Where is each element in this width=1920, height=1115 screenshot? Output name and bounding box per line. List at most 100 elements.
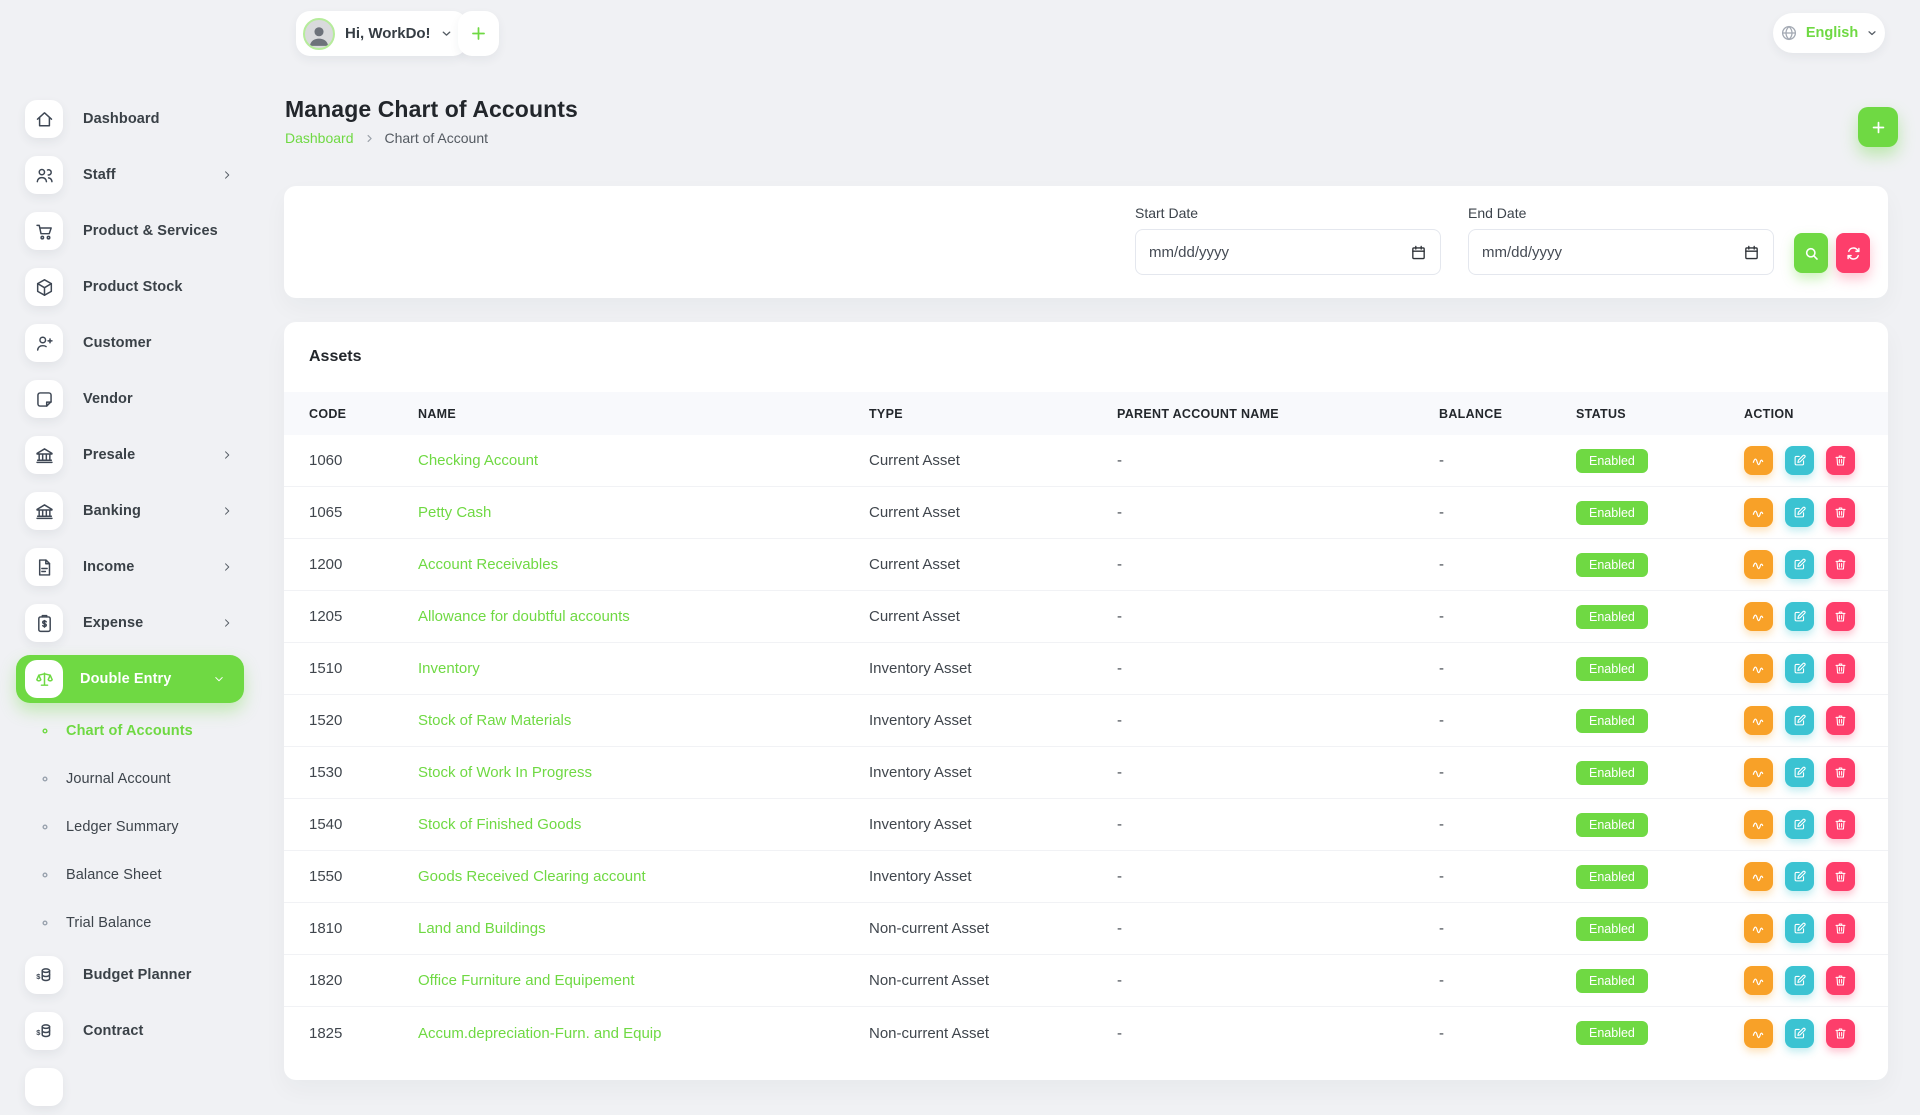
- cell-name[interactable]: Goods Received Clearing account: [418, 868, 869, 885]
- edit-button[interactable]: [1785, 498, 1814, 527]
- cell-name[interactable]: Accum.depreciation-Furn. and Equip: [418, 1025, 869, 1042]
- ledger-button[interactable]: [1744, 654, 1773, 683]
- edit-button[interactable]: [1785, 706, 1814, 735]
- edit-button[interactable]: [1785, 914, 1814, 943]
- sidebar-item-staff[interactable]: Staff: [0, 147, 260, 203]
- delete-button[interactable]: [1826, 498, 1855, 527]
- breadcrumb-current: Chart of Account: [385, 130, 489, 146]
- delete-button[interactable]: [1826, 550, 1855, 579]
- cell-name[interactable]: Stock of Finished Goods: [418, 816, 869, 833]
- ledger-button[interactable]: [1744, 1019, 1773, 1048]
- edit-button[interactable]: [1785, 550, 1814, 579]
- delete-button[interactable]: [1826, 706, 1855, 735]
- cell-name[interactable]: Land and Buildings: [418, 920, 869, 937]
- ledger-button[interactable]: [1744, 498, 1773, 527]
- sidebar-item-ledger-summary[interactable]: Ledger Summary: [0, 803, 260, 851]
- sidebar-item-customer[interactable]: Customer: [0, 315, 260, 371]
- status-badge: Enabled: [1576, 1021, 1648, 1045]
- edit-button[interactable]: [1785, 1019, 1814, 1048]
- cell-name[interactable]: Checking Account: [418, 452, 869, 469]
- search-button[interactable]: [1794, 233, 1828, 273]
- edit-button[interactable]: [1785, 810, 1814, 839]
- calendar-icon[interactable]: [1743, 244, 1760, 261]
- delete-button[interactable]: [1826, 966, 1855, 995]
- person-icon: [306, 22, 332, 48]
- sidebar-item-double-entry[interactable]: Double Entry: [16, 655, 244, 703]
- cell-code: 1060: [309, 452, 418, 469]
- calendar-icon[interactable]: [1410, 244, 1427, 261]
- sidebar-item-presale[interactable]: Presale: [0, 427, 260, 483]
- ledger-button[interactable]: [1744, 758, 1773, 787]
- sidebar-item-chart-of-accounts[interactable]: Chart of Accounts: [0, 707, 260, 755]
- add-workspace-button[interactable]: [458, 11, 499, 56]
- ledger-button[interactable]: [1744, 862, 1773, 891]
- delete-button[interactable]: [1826, 810, 1855, 839]
- edit-button[interactable]: [1785, 966, 1814, 995]
- wave-icon: [1751, 505, 1766, 520]
- delete-button[interactable]: [1826, 758, 1855, 787]
- sidebar-item-banking[interactable]: Banking: [0, 483, 260, 539]
- ledger-button[interactable]: [1744, 550, 1773, 579]
- edit-button[interactable]: [1785, 602, 1814, 631]
- chevron-down-icon: [1866, 27, 1878, 39]
- sidebar-item-budget-planner[interactable]: $Budget Planner: [0, 947, 260, 1003]
- cell-balance: -: [1439, 452, 1576, 469]
- status-badge: Enabled: [1576, 969, 1648, 993]
- sidebar-item-expense[interactable]: Expense: [0, 595, 260, 651]
- start-date-input[interactable]: [1149, 244, 1410, 261]
- sidebar-item-contract[interactable]: $Contract: [0, 1003, 260, 1059]
- edit-button[interactable]: [1785, 758, 1814, 787]
- sidebar-item-income[interactable]: Income: [0, 539, 260, 595]
- trash-icon: [1833, 505, 1848, 520]
- delete-button[interactable]: [1826, 602, 1855, 631]
- cell-type: Inventory Asset: [869, 816, 1117, 833]
- cell-name[interactable]: Stock of Raw Materials: [418, 712, 869, 729]
- ledger-button[interactable]: [1744, 914, 1773, 943]
- ledger-button[interactable]: [1744, 446, 1773, 475]
- sidebar-item-dashboard[interactable]: Dashboard: [0, 91, 260, 147]
- sidebar-item-partial[interactable]: [0, 1059, 260, 1115]
- cell-type: Non-current Asset: [869, 972, 1117, 989]
- sidebar-item-balance-sheet[interactable]: Balance Sheet: [0, 851, 260, 899]
- start-date-field[interactable]: [1135, 229, 1441, 275]
- sidebar-item-product-services[interactable]: Product & Services: [0, 203, 260, 259]
- sidebar-item-product-stock[interactable]: Product Stock: [0, 259, 260, 315]
- svg-text:$: $: [36, 971, 41, 980]
- cell-name[interactable]: Account Receivables: [418, 556, 869, 573]
- edit-button[interactable]: [1785, 446, 1814, 475]
- cell-name[interactable]: Inventory: [418, 660, 869, 677]
- sidebar-item-journal-account[interactable]: Journal Account: [0, 755, 260, 803]
- cell-name[interactable]: Petty Cash: [418, 504, 869, 521]
- delete-button[interactable]: [1826, 862, 1855, 891]
- delete-button[interactable]: [1826, 914, 1855, 943]
- delete-button[interactable]: [1826, 446, 1855, 475]
- delete-button[interactable]: [1826, 1019, 1855, 1048]
- delete-button[interactable]: [1826, 654, 1855, 683]
- cell-type: Inventory Asset: [869, 660, 1117, 677]
- sidebar-item-vendor[interactable]: Vendor: [0, 371, 260, 427]
- ledger-button[interactable]: [1744, 602, 1773, 631]
- cell-balance: -: [1439, 972, 1576, 989]
- breadcrumb-dashboard[interactable]: Dashboard: [285, 130, 354, 146]
- create-account-button[interactable]: [1858, 107, 1898, 147]
- user-menu[interactable]: Hi, WorkDo!: [296, 11, 467, 56]
- cell-name[interactable]: Office Furniture and Equipement: [418, 972, 869, 989]
- row-actions: [1744, 1019, 1888, 1048]
- edit-button[interactable]: [1785, 654, 1814, 683]
- end-date-input[interactable]: [1482, 244, 1743, 261]
- ledger-button[interactable]: [1744, 966, 1773, 995]
- icon-box: [25, 548, 63, 586]
- ledger-button[interactable]: [1744, 706, 1773, 735]
- wave-icon: [1751, 817, 1766, 832]
- chevron-right-icon: [220, 448, 234, 462]
- reset-button[interactable]: [1836, 233, 1870, 273]
- end-date-field[interactable]: [1468, 229, 1774, 275]
- edit-icon: [1792, 765, 1807, 780]
- sidebar-item-label: Product & Services: [83, 223, 218, 239]
- sidebar-item-trial-balance[interactable]: Trial Balance: [0, 899, 260, 947]
- cell-name[interactable]: Stock of Work In Progress: [418, 764, 869, 781]
- cell-name[interactable]: Allowance for doubtful accounts: [418, 608, 869, 625]
- ledger-button[interactable]: [1744, 810, 1773, 839]
- edit-button[interactable]: [1785, 862, 1814, 891]
- language-selector[interactable]: English: [1773, 13, 1885, 53]
